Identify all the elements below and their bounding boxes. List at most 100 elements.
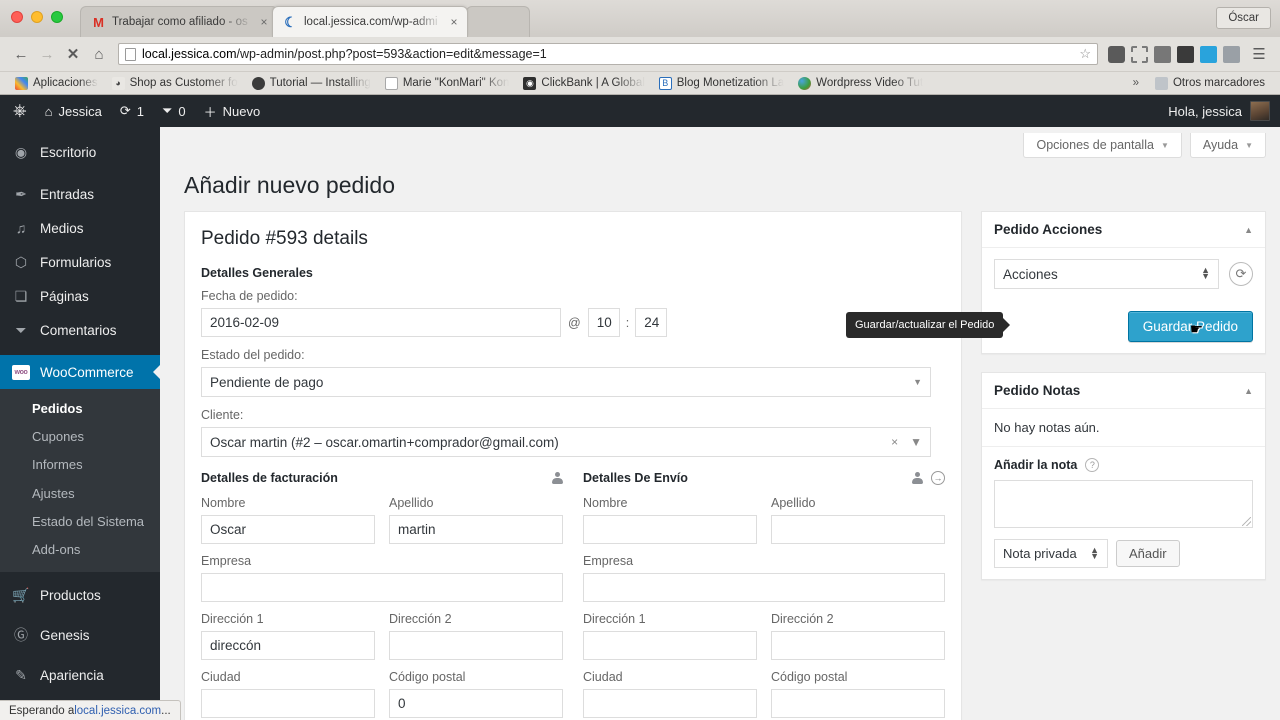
profile-button[interactable]: Óscar (1216, 7, 1271, 29)
note-type-select[interactable]: Nota privada ▲ ▼ (994, 539, 1108, 568)
bookmark-item[interactable]: Tutorial — Installing (245, 74, 378, 93)
adminbar-site-name[interactable]: ⌂ Jessica (36, 95, 111, 127)
sidebar-item-paginas[interactable]: ❏ Páginas (0, 279, 160, 313)
camera-icon[interactable] (1223, 45, 1240, 63)
billing-last-name-input[interactable]: martin (389, 515, 563, 544)
eyedropper-icon[interactable] (1154, 45, 1171, 63)
bookmark-item[interactable]: Marie "KonMari" Kon (378, 74, 517, 93)
pocket-icon[interactable] (1177, 45, 1194, 63)
browser-chrome: M Trabajar como afiliado - os × ☾ local.… (0, 0, 1280, 95)
back-arrow-icon[interactable]: ← (8, 41, 34, 67)
sidebar-subitem-add-ons[interactable]: Add-ons (0, 536, 160, 564)
billing-address1-input[interactable]: direccón (201, 631, 375, 660)
billing-city-input[interactable] (201, 689, 375, 718)
billing-city-row: Ciudad Código postal 0 (201, 670, 563, 720)
bookmark-item[interactable]: ◕ Shop as Customer fo (105, 74, 245, 93)
help-circle-icon[interactable]: ? (1085, 458, 1100, 472)
billing-company-input[interactable] (201, 573, 563, 602)
adminbar-account[interactable]: Hola, jessica (1168, 101, 1280, 121)
maximize-window-button[interactable] (51, 11, 63, 23)
load-shipping-address-icon[interactable] (912, 472, 923, 484)
load-billing-address-icon[interactable] (552, 472, 563, 484)
shipping-address1-input[interactable] (583, 631, 757, 660)
order-minute-input[interactable]: 24 (635, 308, 668, 337)
hamburger-menu-icon[interactable]: ☰ (1246, 41, 1272, 67)
refresh-icon[interactable]: ⟳ (1229, 262, 1253, 286)
page-info-icon[interactable] (125, 47, 136, 61)
help-button[interactable]: Ayuda ▼ (1189, 133, 1266, 158)
order-actions-header[interactable]: Pedido Acciones ▲ (982, 212, 1265, 248)
bookmark-apps[interactable]: Aplicaciones (8, 74, 105, 93)
sidebar-item-formularios[interactable]: ⬡ Formularios (0, 245, 160, 279)
chevron-down-icon: ▼ (1160, 140, 1169, 150)
shipping-first-name-input[interactable] (583, 515, 757, 544)
home-icon: ⌂ (44, 103, 53, 119)
shipping-last-name-input[interactable] (771, 515, 945, 544)
customer-select[interactable]: Oscar martin (#2 – oscar.omartin+comprad… (201, 427, 931, 457)
close-tab-icon[interactable]: × (257, 16, 271, 28)
home-icon[interactable]: ⌂ (86, 41, 112, 67)
sparkle-icon[interactable] (1200, 45, 1217, 63)
order-date-input[interactable]: 2016-02-09 (201, 308, 561, 337)
billing-first-name-input[interactable]: Oscar (201, 515, 375, 544)
bookmark-item[interactable]: Wordpress Video Tut (791, 74, 930, 93)
forward-arrow-icon[interactable]: → (34, 41, 60, 67)
screenshot-icon[interactable] (1131, 45, 1148, 63)
clear-customer-icon[interactable]: × (891, 435, 898, 449)
star-icon[interactable]: ☆ (1079, 46, 1091, 62)
stop-x-icon[interactable]: ✕ (60, 41, 86, 67)
sidebar-subitem-cupones[interactable]: Cupones (0, 423, 160, 451)
close-tab-icon[interactable]: × (447, 16, 461, 28)
wordpress-logo-icon[interactable]: ⎈ (4, 95, 36, 127)
chevron-down-icon[interactable]: ▼ (910, 435, 922, 449)
copy-billing-address-icon[interactable]: → (931, 471, 945, 485)
order-actions-select[interactable]: Acciones ▲ ▼ (994, 259, 1219, 289)
save-order-button[interactable]: Guardar Pedido ☛ (1127, 311, 1253, 342)
sidebar-item-comentarios[interactable]: ⏷ Comentarios (0, 313, 160, 347)
sidebar-item-woocommerce[interactable]: woo WooCommerce (0, 355, 160, 389)
sidebar-subitem-pedidos[interactable]: Pedidos (0, 395, 160, 423)
browser-tab-1[interactable]: M Trabajar como afiliado - os × (80, 6, 278, 37)
avatar (1250, 101, 1270, 121)
adminbar-comments[interactable]: ⏷ 0 (153, 95, 195, 127)
shipping-address2-input[interactable] (771, 631, 945, 660)
order-notes-header[interactable]: Pedido Notas ▲ (982, 373, 1265, 409)
sidebar-subitem-informes[interactable]: Informes (0, 451, 160, 479)
billing-details-column: Detalles de facturación Nombre Oscar Ape… (201, 471, 563, 720)
bookmarks-right-group: » Otros marcadores (1124, 74, 1272, 93)
shipping-postcode-input[interactable] (771, 689, 945, 718)
shipping-company-input[interactable] (583, 573, 945, 602)
note-controls: Nota privada ▲ ▼ Añadir (994, 539, 1253, 568)
chevron-up-icon[interactable]: ▲ (1244, 225, 1253, 235)
sidebar-item-apariencia[interactable]: ✎ Apariencia (0, 658, 160, 692)
order-status-select[interactable]: Pendiente de pago ▼ (201, 367, 931, 397)
other-bookmarks-folder[interactable]: Otros marcadores (1148, 74, 1272, 93)
order-hour-input[interactable]: 10 (587, 308, 620, 337)
address-bar[interactable]: local.jessica.com/wp-admin/post.php?post… (118, 43, 1098, 65)
add-note-button[interactable]: Añadir (1116, 540, 1180, 567)
chevron-up-icon[interactable]: ▲ (1244, 386, 1253, 396)
sidebar-item-genesis[interactable]: Ⓖ Genesis (0, 618, 160, 652)
shipping-city-input[interactable] (583, 689, 757, 718)
note-textarea[interactable] (994, 480, 1253, 528)
bookmark-item[interactable]: B Blog Monetization La (652, 74, 791, 93)
sidebar-item-entradas[interactable]: ✒ Entradas (0, 177, 160, 211)
adminbar-updates[interactable]: ⟳ 1 (111, 95, 153, 127)
browser-tab-2[interactable]: ☾ local.jessica.com/wp-admi × (272, 6, 468, 37)
bookmark-item[interactable]: ◉ ClickBank | A Global (516, 74, 651, 93)
sidebar-subitem-estado-del-sistema[interactable]: Estado del Sistema (0, 508, 160, 536)
sidebar-item-medios[interactable]: ♫ Medios (0, 211, 160, 245)
billing-postcode-input[interactable]: 0 (389, 689, 563, 718)
new-tab-button[interactable] (466, 6, 530, 37)
evernote-icon[interactable] (1108, 45, 1125, 63)
adminbar-new-content[interactable]: ＋ Nuevo (195, 95, 270, 127)
window-controls[interactable] (11, 11, 63, 23)
minimize-window-button[interactable] (31, 11, 43, 23)
sidebar-subitem-ajustes[interactable]: Ajustes (0, 480, 160, 508)
bookmarks-overflow-button[interactable]: » (1124, 77, 1148, 89)
sidebar-item-productos[interactable]: 🛒 Productos (0, 578, 160, 612)
billing-address2-input[interactable] (389, 631, 563, 660)
screen-options-button[interactable]: Opciones de pantalla ▼ (1023, 133, 1182, 158)
sidebar-item-escritorio[interactable]: ◉ Escritorio (0, 135, 160, 169)
close-window-button[interactable] (11, 11, 23, 23)
